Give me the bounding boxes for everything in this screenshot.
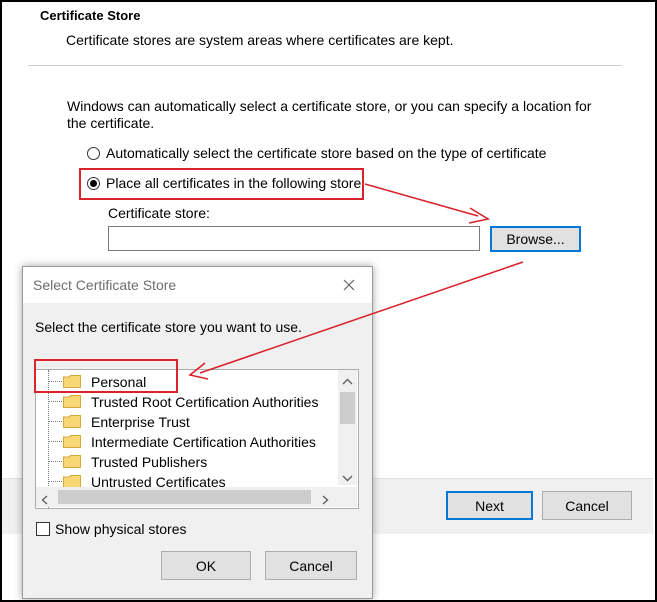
annotation-arrows	[188, 183, 524, 380]
annotation-arrowhead-browse	[468, 207, 491, 224]
annotation-arrow-to-browse	[364, 183, 479, 217]
annotation-arrow-to-personal	[199, 261, 524, 374]
